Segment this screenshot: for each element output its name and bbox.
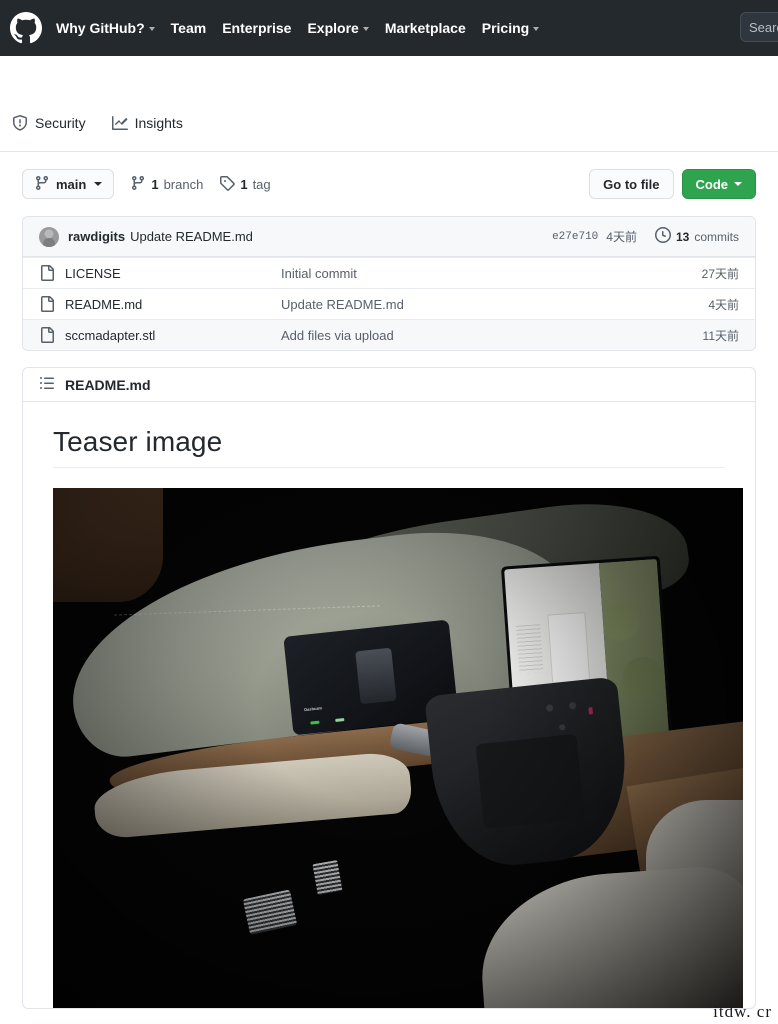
code-button[interactable]: Code bbox=[681, 169, 756, 199]
subnav-label: Security bbox=[35, 115, 86, 131]
watermark: itdw. cr bbox=[713, 1002, 772, 1021]
go-to-file-button[interactable]: Go to file bbox=[589, 169, 674, 199]
table-row[interactable]: LICENSE Initial commit 27天前 bbox=[23, 257, 755, 288]
file-name[interactable]: README.md bbox=[65, 297, 281, 312]
caret-down-icon bbox=[734, 182, 742, 186]
commit-message[interactable]: Update README.md bbox=[130, 229, 253, 244]
table-row[interactable]: sccmadapter.stl Add files via upload 11天… bbox=[23, 319, 755, 350]
commits-count-word: commits bbox=[694, 229, 739, 244]
latest-commit-bar: rawdigits Update README.md e27e710 4天前 1… bbox=[23, 217, 755, 257]
file-name[interactable]: LICENSE bbox=[65, 266, 281, 281]
nav-label: Why GitHub? bbox=[56, 20, 145, 36]
file-commit-message[interactable]: Update README.md bbox=[281, 297, 708, 312]
nav-item-why-github[interactable]: Why GitHub? bbox=[56, 20, 155, 36]
nav-item-explore[interactable]: Explore bbox=[307, 20, 369, 36]
branch-selector-button[interactable]: main bbox=[22, 169, 115, 199]
branch-name-label: main bbox=[56, 176, 87, 192]
avatar[interactable] bbox=[39, 226, 59, 247]
nav-label: Explore bbox=[307, 20, 359, 36]
file-time: 27天前 bbox=[701, 266, 739, 281]
subnav-label: Insights bbox=[134, 115, 183, 131]
commits-count-number: 13 bbox=[675, 229, 690, 244]
caret-down-icon bbox=[94, 182, 103, 186]
nav-label: Team bbox=[170, 20, 207, 36]
commit-time: 4天前 bbox=[606, 230, 637, 244]
commit-meta: e27e710 4天前 13 commits bbox=[552, 227, 739, 246]
table-row[interactable]: README.md Update README.md 4天前 bbox=[23, 288, 755, 319]
repo-main: main 1 branch 1 tag Go to file Code rawd… bbox=[0, 152, 778, 1009]
readme-box: README.md Teaser image Dashcam bbox=[22, 367, 756, 1009]
commit-sha[interactable]: e27e710 bbox=[552, 231, 598, 243]
page-title: Teaser image bbox=[53, 426, 725, 468]
file-name[interactable]: sccmadapter.stl bbox=[65, 328, 281, 343]
file-commit-message[interactable]: Add files via upload bbox=[281, 328, 703, 343]
nav-item-enterprise[interactable]: Enterprise bbox=[222, 20, 291, 36]
nav-label: Pricing bbox=[481, 20, 530, 36]
tag-count-number: 1 bbox=[240, 176, 248, 192]
nav-item-pricing[interactable]: Pricing bbox=[481, 20, 540, 36]
nav-item-marketplace[interactable]: Marketplace bbox=[385, 20, 466, 36]
nav-label: Enterprise bbox=[222, 20, 292, 36]
github-mark-icon[interactable] bbox=[10, 12, 42, 44]
file-icon bbox=[39, 265, 55, 281]
global-nav: Why GitHub? Team Enterprise Explore Mark… bbox=[56, 20, 540, 36]
branch-icon bbox=[130, 175, 146, 194]
branch-count-number: 1 bbox=[151, 176, 159, 192]
graph-icon bbox=[111, 115, 128, 131]
file-listing-box: rawdigits Update README.md e27e710 4天前 1… bbox=[22, 216, 756, 351]
search-input[interactable] bbox=[749, 19, 778, 35]
search-box[interactable] bbox=[740, 12, 778, 42]
file-time: 4天前 bbox=[708, 297, 739, 312]
global-header: Why GitHub? Team Enterprise Explore Mark… bbox=[0, 0, 778, 56]
tag-icon bbox=[219, 175, 236, 194]
file-icon bbox=[39, 327, 55, 343]
readme-content: Teaser image Dashcam bbox=[23, 402, 755, 1008]
file-time: 11天前 bbox=[702, 328, 739, 343]
repo-subnav-area: Security Insights bbox=[0, 56, 778, 152]
readme-title: README.md bbox=[65, 376, 151, 393]
shield-icon bbox=[12, 115, 28, 131]
file-icon bbox=[39, 296, 55, 312]
chevron-down-icon bbox=[148, 27, 155, 31]
repo-subnav: Security Insights bbox=[12, 105, 183, 151]
clock-icon bbox=[654, 227, 671, 246]
subnav-item-insights[interactable]: Insights bbox=[111, 115, 183, 141]
list-unordered-icon[interactable] bbox=[39, 375, 55, 394]
photo-vignette bbox=[53, 488, 743, 1008]
branch-count-link[interactable]: 1 branch bbox=[130, 175, 203, 194]
nav-item-team[interactable]: Team bbox=[171, 20, 207, 36]
subnav-item-security[interactable]: Security bbox=[12, 115, 86, 141]
commit-author[interactable]: rawdigits bbox=[68, 229, 125, 244]
branch-count-word: branch bbox=[163, 176, 204, 192]
chevron-down-icon bbox=[362, 27, 369, 31]
branch-icon bbox=[34, 175, 50, 194]
tag-count-link[interactable]: 1 tag bbox=[219, 175, 271, 194]
nav-label: Marketplace bbox=[384, 20, 466, 36]
code-button-label: Code bbox=[695, 176, 729, 192]
file-commit-message[interactable]: Initial commit bbox=[281, 266, 702, 281]
readme-header: README.md bbox=[23, 368, 755, 402]
car-interior-teaser-photo: Dashcam bbox=[53, 488, 743, 1008]
chevron-down-icon bbox=[533, 27, 540, 31]
repo-toolbar: main 1 branch 1 tag Go to file Code bbox=[22, 168, 756, 200]
tag-count-word: tag bbox=[252, 176, 271, 192]
commits-count-link[interactable]: 13 commits bbox=[654, 227, 739, 246]
